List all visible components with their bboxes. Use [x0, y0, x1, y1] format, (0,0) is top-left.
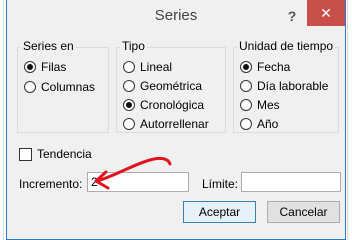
screen: Series ? ✕ Series en Filas Columnas Tipo…: [0, 0, 352, 240]
red-hand-drawn-arrow-icon: [94, 156, 172, 190]
